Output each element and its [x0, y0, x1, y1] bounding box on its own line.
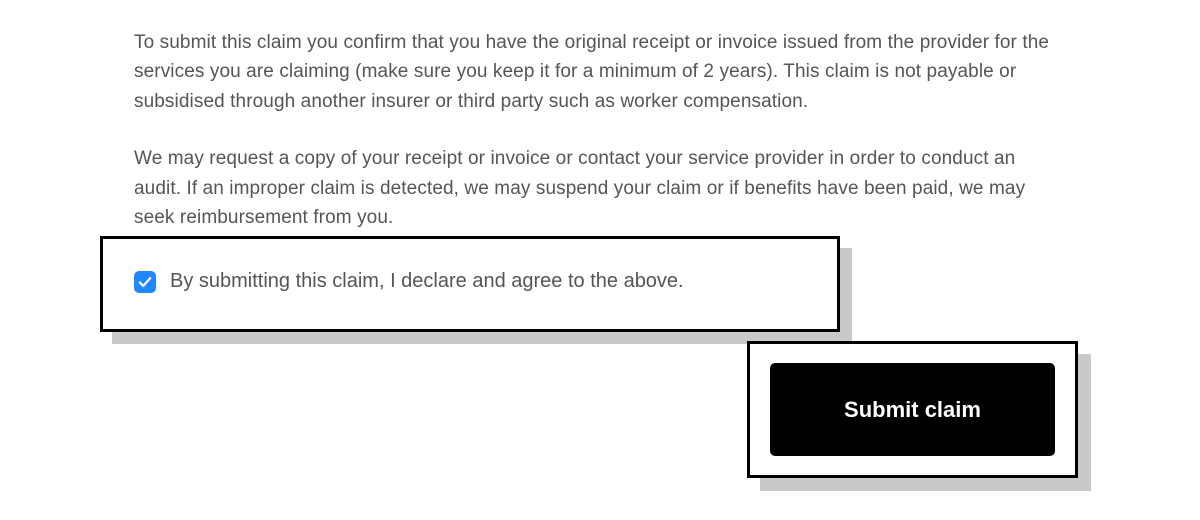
submit-claim-button[interactable]: Submit claim	[770, 363, 1055, 456]
agreement-checkbox[interactable]	[134, 271, 156, 293]
disclaimer-paragraph-1: To submit this claim you confirm that yo…	[134, 28, 1066, 116]
checkmark-icon	[138, 275, 152, 289]
disclaimer-content: To submit this claim you confirm that yo…	[0, 0, 1200, 233]
disclaimer-paragraph-2: We may request a copy of your receipt or…	[134, 144, 1066, 232]
agreement-checkbox-row: By submitting this claim, I declare and …	[134, 270, 684, 293]
agreement-checkbox-label: By submitting this claim, I declare and …	[170, 270, 684, 293]
